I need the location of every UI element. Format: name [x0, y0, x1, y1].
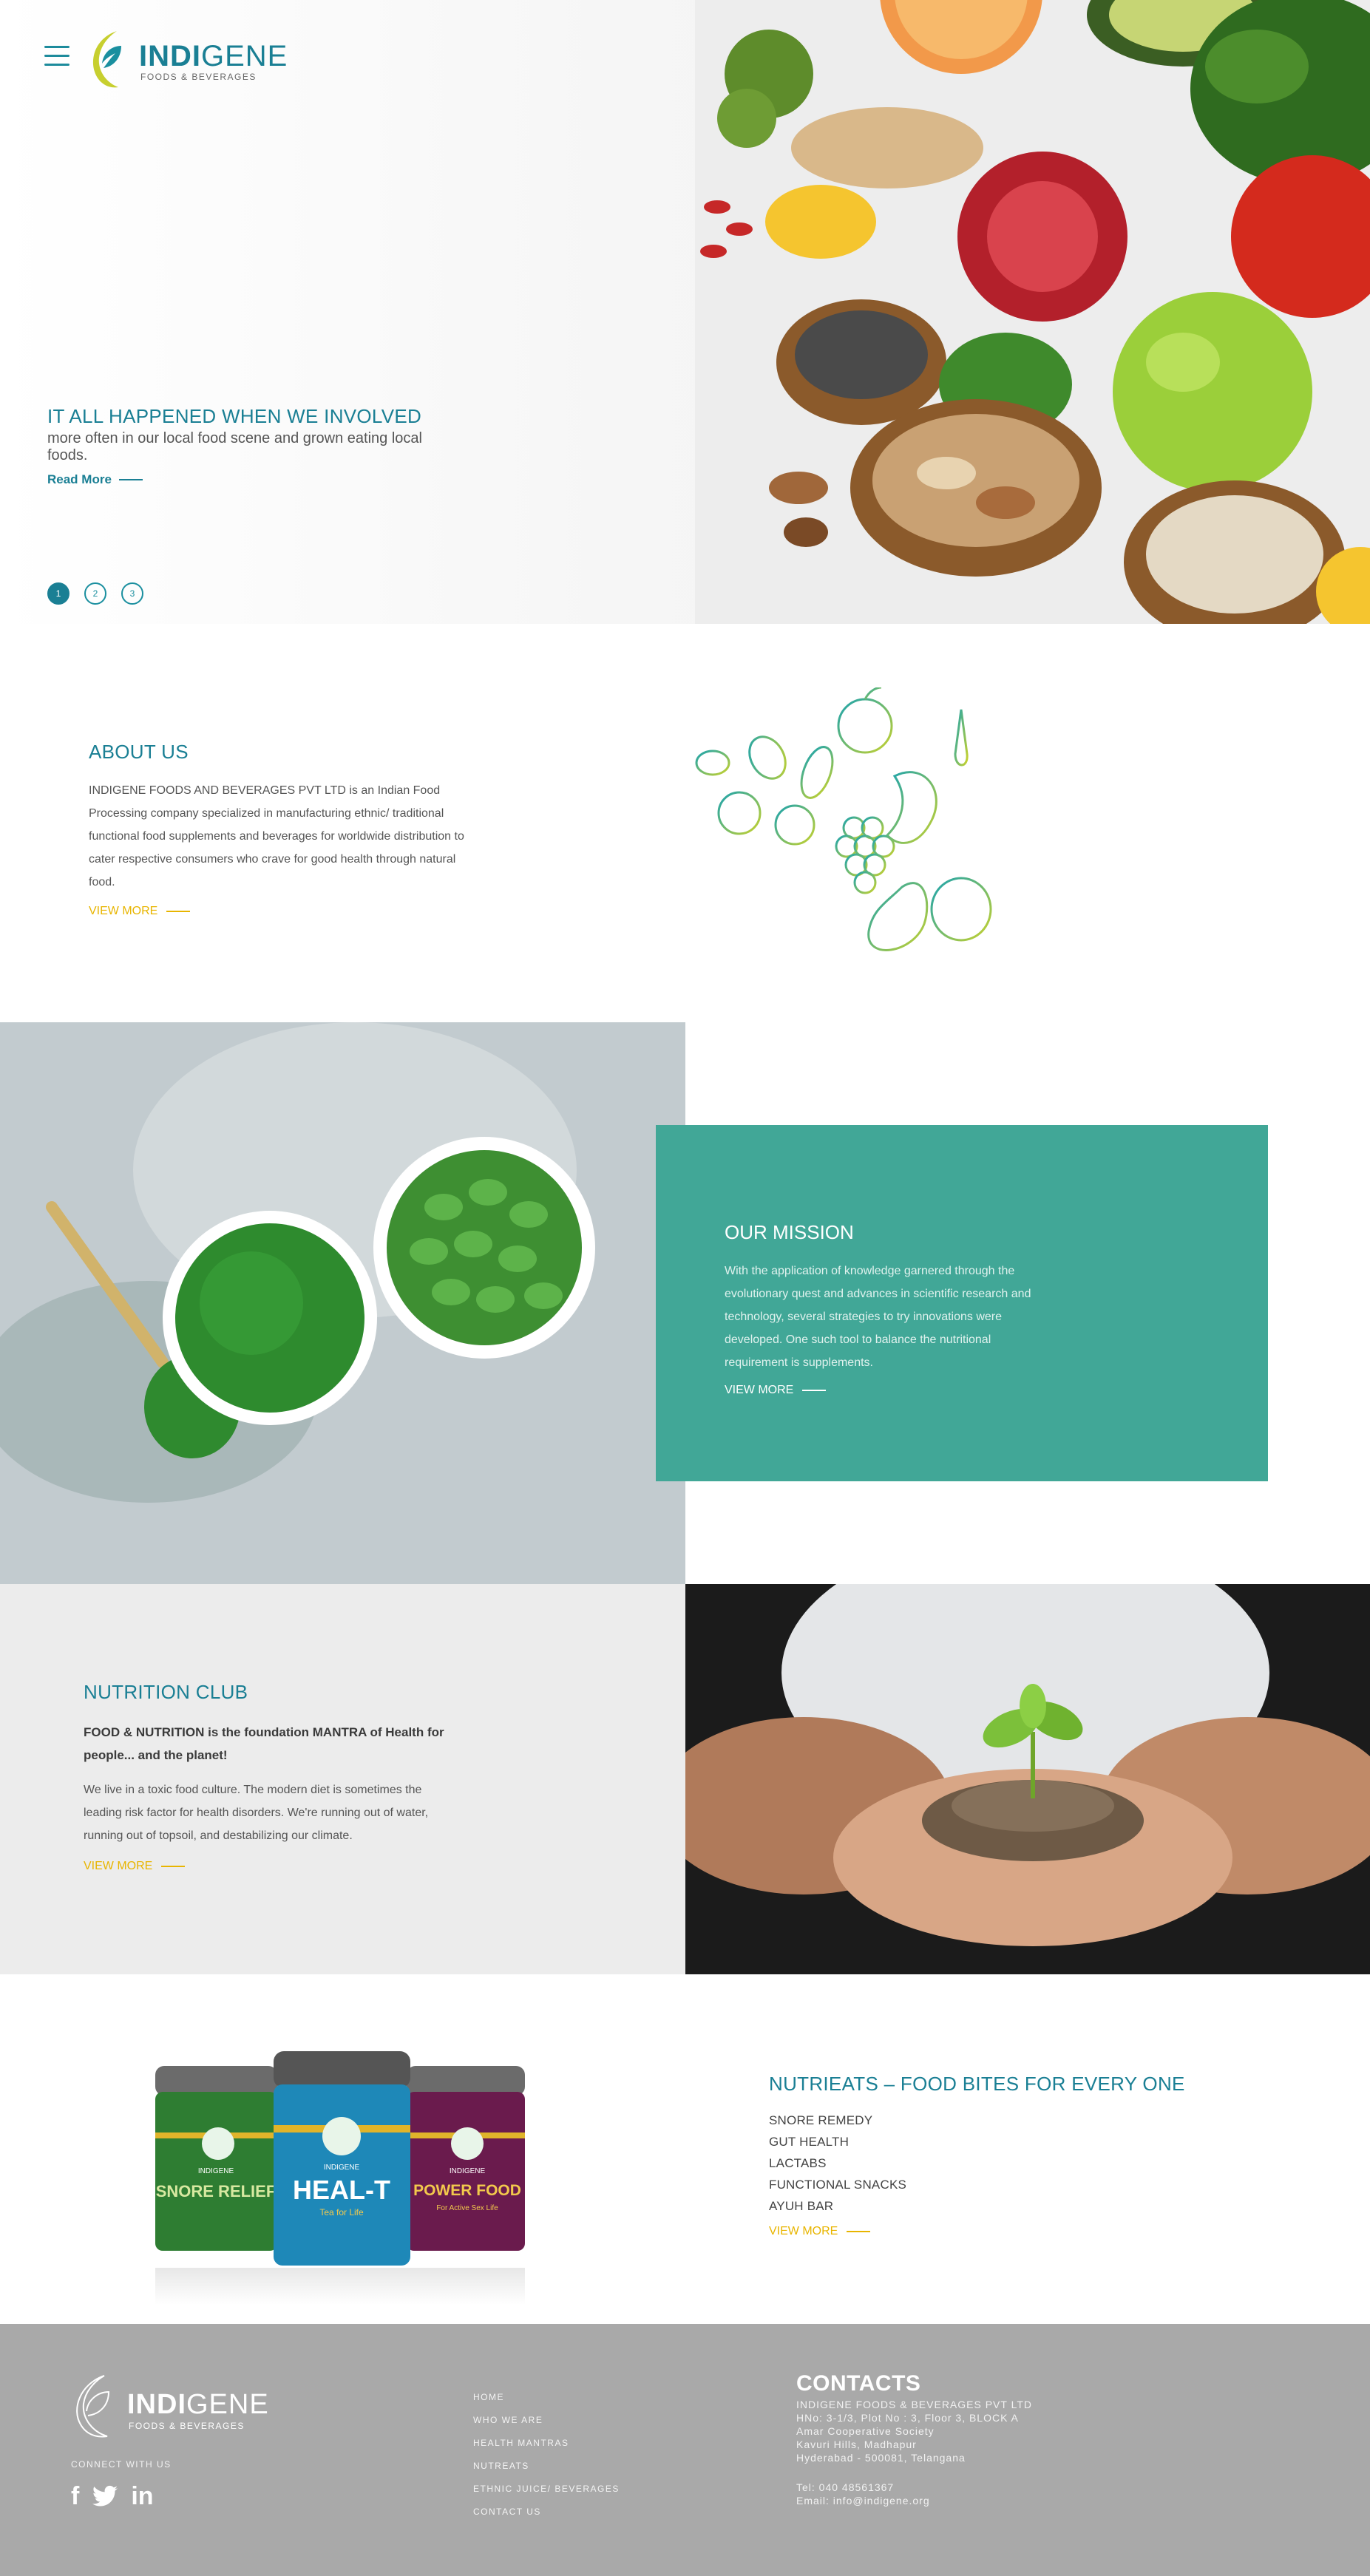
nutrition-club-text: We live in a toxic food culture. The mod… [84, 1784, 429, 1842]
jar2-name: HEAL-T [293, 2175, 390, 2205]
jar3-name: POWER FOOD [413, 2182, 521, 2199]
slide-dot-2[interactable]: 2 [84, 582, 106, 605]
footer-link-home[interactable]: HOME [473, 2386, 620, 2409]
footer-link-health-mantras[interactable]: HEALTH MANTRAS [473, 2432, 620, 2455]
footer-nav: HOME WHO WE ARE HEALTH MANTRAS NUTREATS … [473, 2386, 620, 2524]
product-jars-image: INDIGENE SNORE RELIEF INDIGENE POWER FOO… [155, 2051, 525, 2305]
dash-decoration [847, 2231, 871, 2232]
read-more-label: Read More [47, 472, 112, 486]
contact-email[interactable]: Email: info@indigene.org [796, 2494, 930, 2507]
about-text: INDIGENE FOODS AND BEVERAGES PVT LTD is … [89, 784, 464, 888]
nutrieats-title: NUTRIEATS – FOOD BITES FOR EVERY ONE [769, 2073, 1185, 2095]
footer-link-nutreats[interactable]: NUTREATS [473, 2455, 620, 2478]
footer-logo-icon[interactable] [70, 2373, 112, 2439]
hero-food-image [695, 0, 1370, 624]
mission-title: OUR MISSION [725, 1221, 854, 1243]
jar3-subtitle: For Active Sex Life [436, 2204, 498, 2212]
contacts-title: CONTACTS [796, 2371, 921, 2396]
list-item[interactable]: GUT HEALTH [769, 2131, 906, 2152]
jar2-subtitle: Tea for Life [319, 2207, 364, 2218]
mission-text: With the application of knowledge garner… [725, 1265, 1031, 1369]
spirulina-image [0, 1022, 685, 1584]
address-line: Kavuri Hills, Madhapur [796, 2439, 917, 2450]
view-more-label: VIEW MORE [769, 2225, 838, 2237]
jar1-name: SNORE RELIEF [156, 2182, 277, 2201]
logo-icon[interactable] [87, 28, 123, 90]
linkedin-icon[interactable]: in [131, 2482, 153, 2510]
dash-decoration [166, 911, 191, 912]
dash-decoration [118, 479, 143, 480]
footer-link-who-we-are[interactable]: WHO WE ARE [473, 2409, 620, 2432]
view-more-label: VIEW MORE [725, 1384, 794, 1396]
nutrition-club-title: NUTRITION CLUB [84, 1681, 248, 1703]
menu-icon[interactable] [44, 46, 71, 71]
nutrieats-view-more-link[interactable]: VIEW MORE [769, 2225, 871, 2238]
footer-link-contact-us[interactable]: CONTACT US [473, 2501, 620, 2524]
jar1-brand: INDIGENE [198, 2167, 234, 2175]
footer-link-ethnic-juice[interactable]: ETHNIC JUICE/ BEVERAGES [473, 2478, 620, 2501]
brand-name[interactable]: INDIGENE [139, 40, 288, 73]
jar3-brand: INDIGENE [450, 2167, 486, 2175]
about-title: ABOUT US [89, 741, 189, 763]
facebook-icon[interactable]: f [71, 2482, 79, 2510]
connect-with-us-label: CONNECT WITH US [71, 2459, 172, 2470]
address-line: Hyderabad - 500081, Telangana [796, 2452, 966, 2464]
mission-view-more-link[interactable]: VIEW MORE [725, 1384, 827, 1397]
slide-dot-3[interactable]: 3 [121, 582, 143, 605]
hero-text: more often in our local food scene and g… [47, 430, 422, 463]
footer-brand-tagline: FOODS & BEVERAGES [129, 2421, 245, 2431]
fruits-line-art [695, 687, 992, 951]
social-links: f in [71, 2482, 154, 2510]
nutrition-club-view-more-link[interactable]: VIEW MORE [84, 1860, 186, 1873]
dash-decoration [802, 1390, 827, 1391]
nutrieats-list: SNORE REMEDY GUT HEALTH LACTABS FUNCTION… [769, 2110, 906, 2217]
hero-slider: INDIGENE FOODS & BEVERAGES IT ALL HAPPEN… [0, 0, 1370, 624]
address-line: Amar Cooperative Society [796, 2425, 935, 2437]
contact-address: INDIGENE FOODS & BEVERAGES PVT LTD HNo: … [796, 2398, 1032, 2464]
brand-tagline: FOODS & BEVERAGES [140, 72, 257, 82]
jar2-brand: INDIGENE [324, 2164, 360, 2172]
list-item[interactable]: FUNCTIONAL SNACKS [769, 2174, 906, 2195]
about-view-more-link[interactable]: VIEW MORE [89, 905, 191, 918]
dash-decoration [161, 1866, 186, 1867]
nutrition-club-tagline: FOOD & NUTRITION is the foundation MANTR… [84, 1725, 444, 1762]
list-item[interactable]: LACTABS [769, 2152, 906, 2174]
footer [0, 2324, 1370, 2576]
address-line: HNo: 3-1/3, Plot No : 3, Floor 3, BLOCK … [796, 2412, 1019, 2424]
list-item[interactable]: SNORE REMEDY [769, 2110, 906, 2131]
address-line: INDIGENE FOODS & BEVERAGES PVT LTD [796, 2399, 1032, 2410]
list-item[interactable]: AYUH BAR [769, 2195, 906, 2217]
hero-read-more-link[interactable]: Read More [47, 472, 143, 487]
slider-pagination: 1 2 3 [47, 582, 143, 605]
hands-with-sprout-image [685, 1584, 1370, 1974]
slide-dot-1[interactable]: 1 [47, 582, 69, 605]
footer-brand-name[interactable]: INDIGENE [127, 2389, 269, 2421]
view-more-label: VIEW MORE [89, 905, 158, 917]
hero-title: IT ALL HAPPENED WHEN WE INVOLVED [47, 405, 422, 427]
view-more-label: VIEW MORE [84, 1860, 153, 1872]
contact-phone[interactable]: Tel: 040 48561367 [796, 2481, 894, 2494]
twitter-icon[interactable] [92, 2485, 118, 2507]
